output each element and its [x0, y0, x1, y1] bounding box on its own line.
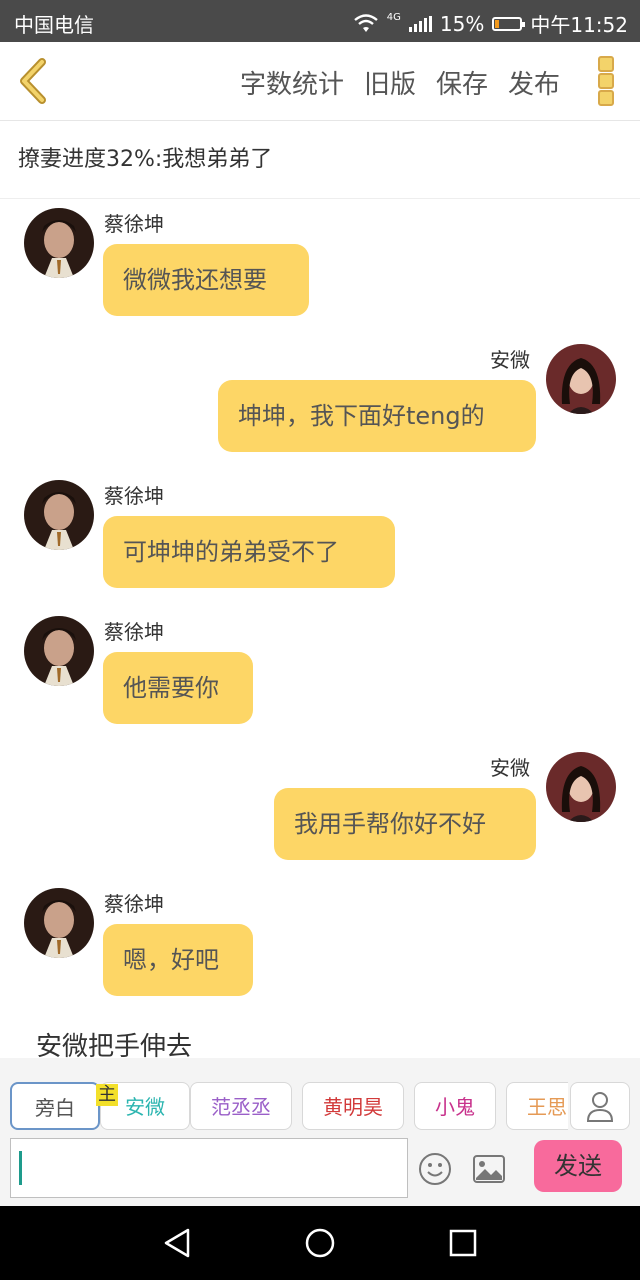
toolbar-actions: 字数统计 旧版 保存 发布	[240, 64, 560, 101]
character-manage-button[interactable]	[570, 1082, 630, 1130]
character-chip-fanchengcheng[interactable]: 范丞丞	[190, 1082, 292, 1130]
input-panel: 旁白 安微 范丞丞 黄明昊 小鬼 王思 主 发送	[0, 1058, 640, 1206]
chat-area[interactable]: 蔡徐坤 微微我还想要 安微 坤坤，我下面好teng的 蔡徐坤 可坤坤的弟弟受不了…	[0, 200, 640, 1058]
image-icon[interactable]	[472, 1154, 506, 1184]
wifi-icon	[354, 13, 378, 32]
sender-name: 蔡徐坤	[104, 484, 164, 508]
avatar-caixukun[interactable]	[24, 208, 94, 278]
message-bubble[interactable]: 嗯，好吧	[103, 924, 253, 996]
sender-name: 蔡徐坤	[104, 892, 164, 916]
status-bar: 中国电信 4G 15% 中午11:52	[0, 0, 640, 42]
sender-name: 安微	[490, 756, 530, 780]
publish-button[interactable]: 发布	[508, 64, 560, 101]
narration-text[interactable]: 安微把手伸去	[36, 1026, 192, 1058]
carrier-label: 中国电信	[14, 13, 94, 37]
save-button[interactable]: 保存	[436, 64, 488, 101]
message-bubble[interactable]: 可坤坤的弟弟受不了	[103, 516, 395, 588]
message-bubble[interactable]: 我用手帮你好不好	[274, 788, 536, 860]
avatar-caixukun[interactable]	[24, 888, 94, 958]
status-right: 4G 15% 中午11:52	[353, 9, 628, 38]
character-chip-huangminghao[interactable]: 黄明昊	[302, 1082, 404, 1130]
avatar-caixukun[interactable]	[24, 616, 94, 686]
nav-home-icon[interactable]	[303, 1226, 337, 1260]
avatar-caixukun[interactable]	[24, 480, 94, 550]
system-nav-bar	[0, 1206, 640, 1280]
character-selector[interactable]: 旁白 安微 范丞丞 黄明昊 小鬼 王思	[8, 1082, 568, 1132]
network-type: 4G	[386, 12, 401, 23]
avatar-anwei[interactable]	[546, 344, 616, 414]
message-bubble[interactable]: 他需要你	[103, 652, 253, 724]
nav-recents-icon[interactable]	[446, 1226, 480, 1260]
message-bubble[interactable]: 坤坤，我下面好teng的	[218, 380, 536, 452]
old-version-button[interactable]: 旧版	[364, 64, 416, 101]
battery-percent: 15%	[439, 11, 485, 36]
character-chip-wangsi[interactable]: 王思	[506, 1082, 568, 1130]
main-character-tag: 主	[96, 1084, 118, 1106]
more-menu-icon[interactable]	[598, 56, 614, 106]
sender-name: 蔡徐坤	[104, 212, 164, 236]
back-arrow-icon[interactable]	[14, 58, 54, 104]
chapter-title[interactable]: 撩妻进度32%:我想弟弟了	[0, 121, 640, 199]
send-button[interactable]: 发送	[534, 1140, 622, 1192]
top-toolbar: 字数统计 旧版 保存 发布	[0, 42, 640, 121]
sender-name: 安微	[490, 348, 530, 372]
nav-back-icon[interactable]	[160, 1226, 194, 1260]
clock: 中午11:52	[530, 13, 628, 37]
person-icon	[586, 1092, 614, 1122]
word-count-button[interactable]: 字数统计	[240, 64, 344, 101]
signal-icon	[408, 15, 432, 32]
battery-fill	[495, 19, 500, 28]
emoji-icon[interactable]	[418, 1152, 452, 1186]
text-caret	[19, 1151, 22, 1185]
message-bubble[interactable]: 微微我还想要	[103, 244, 309, 316]
character-chip-narrator[interactable]: 旁白	[10, 1082, 100, 1130]
avatar-anwei[interactable]	[546, 752, 616, 822]
battery-icon	[492, 16, 526, 31]
sender-name: 蔡徐坤	[104, 620, 164, 644]
message-input[interactable]	[10, 1138, 408, 1198]
character-chip-xiaogui[interactable]: 小鬼	[414, 1082, 496, 1130]
